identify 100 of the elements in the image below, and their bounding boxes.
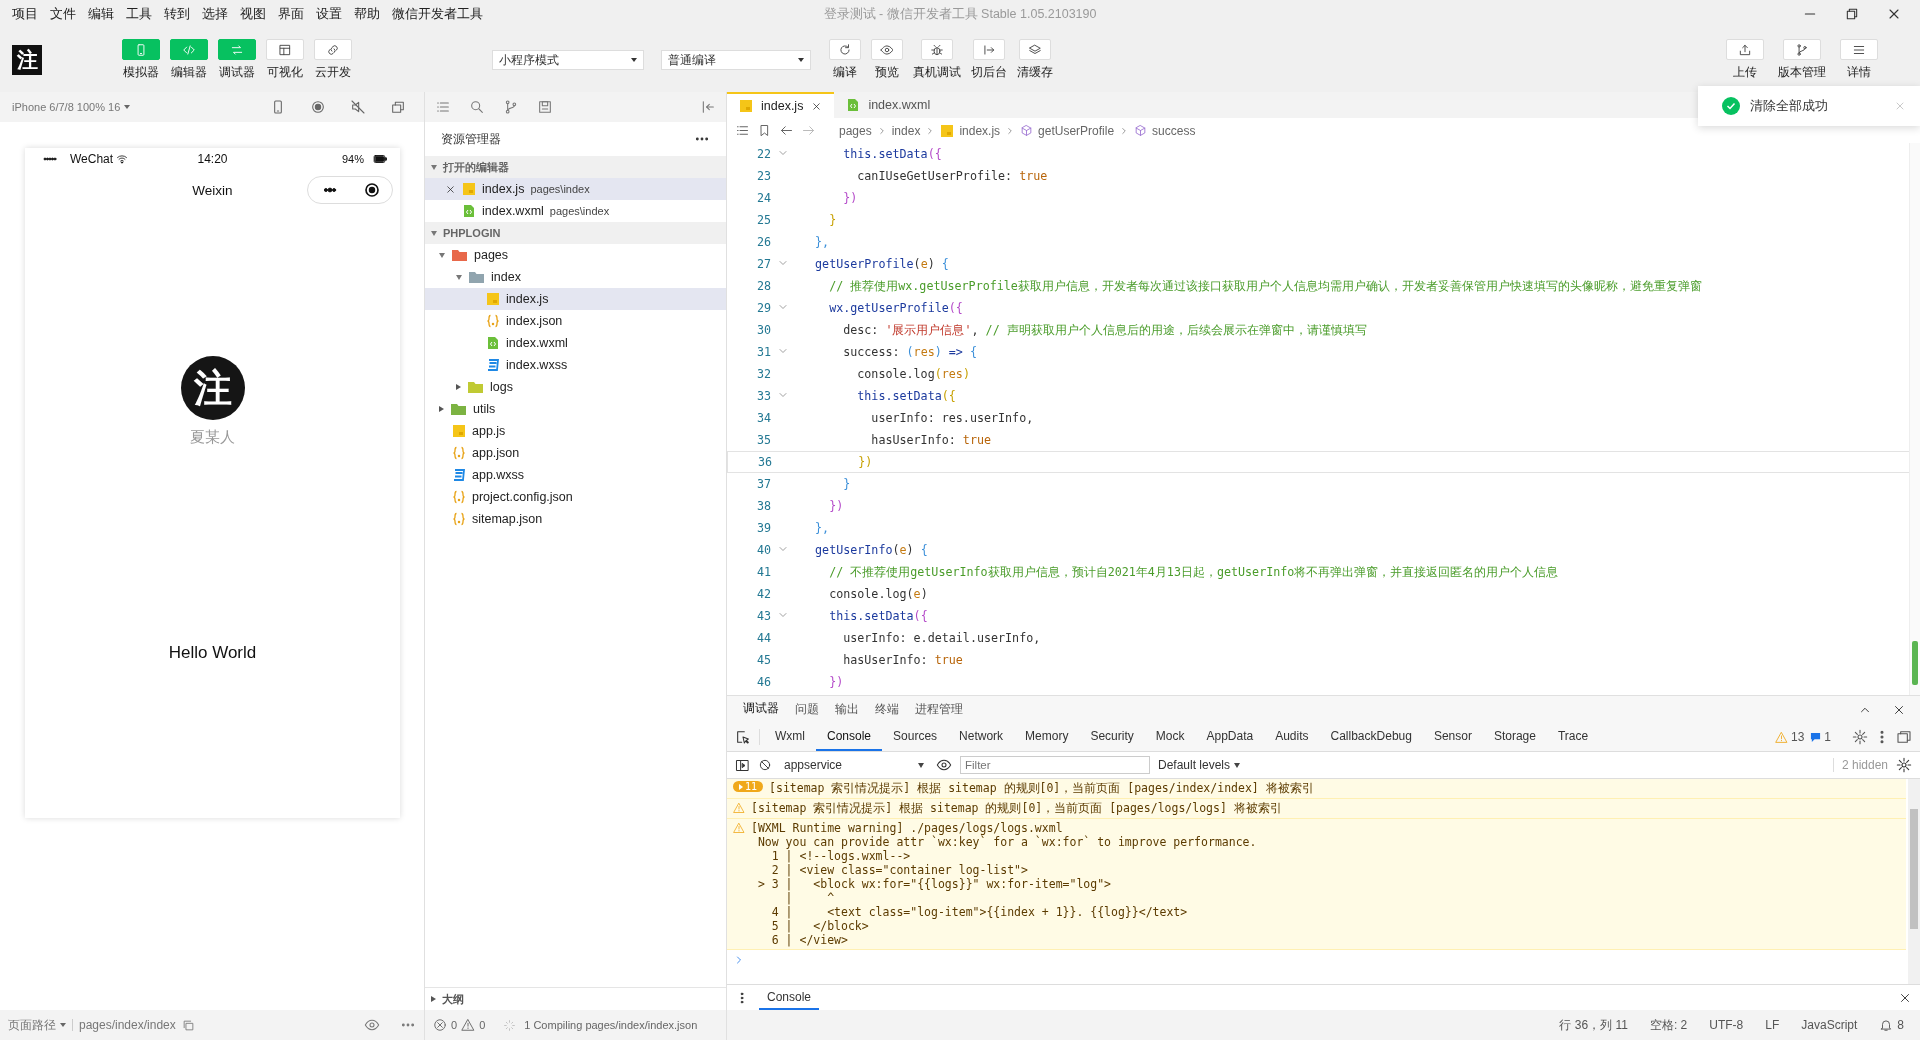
filter-field[interactable]: Filter — [960, 756, 1150, 774]
open-editor-item[interactable]: index.js pages\index — [425, 178, 726, 200]
menu-item[interactable]: 编辑 — [82, 5, 120, 23]
clock-text: 14:20 — [196, 152, 229, 166]
toolbar-label: 切后台 — [971, 64, 1007, 81]
indent-setting[interactable]: 空格: 2 — [1649, 1016, 1688, 1034]
cursor-position[interactable]: 行 36，列 11 — [1559, 1016, 1628, 1034]
folder-item[interactable]: pages — [425, 244, 726, 266]
line-number: 30 — [755, 323, 771, 337]
devtools-tab[interactable]: Sensor — [1422, 723, 1483, 751]
file-item[interactable]: app.wxss — [425, 464, 726, 486]
clear-icon[interactable] — [758, 758, 772, 772]
menu-item[interactable]: 选择 — [196, 5, 234, 23]
inspect-icon[interactable] — [735, 729, 751, 745]
breadcrumb-item[interactable]: index.js — [959, 123, 1001, 138]
panel-tab[interactable]: 调试器 — [735, 700, 787, 719]
devtools-tab[interactable]: CallbackDebug — [1319, 723, 1423, 751]
close-icon[interactable] — [445, 183, 456, 195]
record-icon[interactable] — [310, 99, 326, 115]
file-item[interactable]: sitemap.json — [425, 508, 726, 530]
restore-icon[interactable] — [1844, 6, 1860, 22]
panel-tab[interactable]: 终端 — [867, 701, 907, 718]
file-item[interactable]: app.json — [425, 442, 726, 464]
windows-icon[interactable] — [390, 99, 406, 115]
code-line: getUserProfile(e) { — [814, 257, 949, 271]
section-header[interactable]: PHPLOGIN — [443, 227, 501, 239]
toolbar-label: 详情 — [1847, 64, 1871, 81]
devtools-tab[interactable]: Sources — [882, 723, 949, 751]
collapse-icon[interactable] — [700, 99, 716, 115]
panel-tab[interactable]: 问题 — [787, 701, 827, 718]
file-item[interactable]: index.wxss — [425, 354, 726, 376]
error-icon[interactable] — [433, 1018, 447, 1032]
breadcrumb-item[interactable]: index — [891, 123, 921, 138]
devtools-tab[interactable]: Console — [816, 723, 883, 751]
carrier-text: WeChat — [70, 152, 114, 166]
menu-item[interactable]: 设置 — [310, 5, 348, 23]
menu-item[interactable]: 项目 — [6, 5, 44, 23]
file-item[interactable]: app.js — [425, 420, 726, 442]
devtools-tab[interactable]: Wxml — [764, 723, 816, 751]
sidebar-icon[interactable] — [735, 757, 750, 773]
compile-select[interactable]: 普通编译 — [661, 50, 811, 70]
devtools-tab[interactable]: Trace — [1546, 723, 1600, 751]
breadcrumb-item[interactable]: success — [1152, 123, 1196, 138]
context-select[interactable]: appservice — [780, 758, 928, 772]
devtools-tab[interactable]: Mock — [1144, 723, 1196, 751]
console-message: [WXML Runtime warning] ./pages/logs/logs.wxml — [751, 821, 1063, 835]
section-header[interactable]: 打开的编辑器 — [443, 159, 509, 175]
line-number: 24 — [755, 191, 771, 205]
menu-item[interactable]: 文件 — [44, 5, 82, 23]
open-editor-item[interactable]: index.wxml pages\index — [425, 200, 726, 222]
branch-icon[interactable] — [503, 99, 519, 115]
save-icon[interactable] — [537, 99, 553, 115]
line-number: 31 — [755, 345, 771, 359]
js-file-icon — [462, 182, 476, 196]
folder-item[interactable]: index — [425, 266, 726, 288]
mute-icon[interactable] — [350, 99, 366, 115]
breadcrumb-item[interactable]: pages — [839, 123, 872, 138]
devtools-tab[interactable]: Security — [1079, 723, 1145, 751]
warning-icon[interactable] — [461, 1018, 476, 1032]
file-item[interactable]: index.json — [425, 310, 726, 332]
levels-select[interactable]: Default levels — [1158, 758, 1241, 772]
list-icon[interactable] — [735, 123, 750, 138]
search-icon[interactable] — [469, 99, 485, 115]
menu-item[interactable]: 视图 — [234, 5, 272, 23]
editor-tab[interactable]: index.wxml — [834, 92, 943, 118]
file-item[interactable]: project.config.json — [425, 486, 726, 508]
mode-select[interactable]: 小程序模式 — [492, 50, 644, 70]
gear-icon[interactable] — [1896, 757, 1912, 773]
menu-item[interactable]: 微信开发者工具 — [386, 5, 489, 23]
line-number: 33 — [755, 389, 771, 403]
folder-item[interactable]: logs — [425, 376, 726, 398]
panel-tab[interactable]: 进程管理 — [907, 701, 971, 718]
back-icon[interactable] — [779, 123, 794, 138]
breadcrumb-item[interactable]: getUserProfile — [1038, 123, 1115, 138]
page-path-select[interactable]: 页面路径 — [8, 1016, 66, 1034]
line-ending[interactable]: LF — [1765, 1018, 1780, 1032]
gear-icon[interactable] — [1852, 729, 1868, 745]
editor-tab[interactable]: index.js — [727, 92, 835, 118]
menu-item[interactable]: 工具 — [120, 5, 158, 23]
eye-icon[interactable] — [936, 757, 952, 773]
devtools-tab[interactable]: AppData — [1195, 723, 1265, 751]
copy-icon[interactable] — [181, 1018, 195, 1032]
section-header[interactable]: 大纲 — [442, 991, 464, 1007]
menu-item[interactable]: 帮助 — [348, 5, 386, 23]
menu-item[interactable]: 转到 — [158, 5, 196, 23]
language-mode[interactable]: JavaScript — [1801, 1018, 1858, 1032]
devtools-tab[interactable]: Storage — [1482, 723, 1547, 751]
encoding[interactable]: UTF-8 — [1709, 1018, 1744, 1032]
dock-icon[interactable] — [1896, 729, 1912, 745]
file-item[interactable]: index.wxml — [425, 332, 726, 354]
devtools-tab[interactable]: Network — [948, 723, 1015, 751]
close-icon[interactable] — [811, 100, 823, 112]
bell-icon[interactable] — [1879, 1018, 1894, 1032]
panel-tab[interactable]: 输出 — [827, 701, 867, 718]
devtools-tab[interactable]: Audits — [1264, 723, 1320, 751]
menu-item[interactable]: 界面 — [272, 5, 310, 23]
file-item[interactable]: index.js — [425, 288, 726, 310]
device-select[interactable]: iPhone 6/7/8 100% 16 — [12, 101, 131, 113]
devtools-tab[interactable]: Memory — [1014, 723, 1080, 751]
folder-item[interactable]: utils — [425, 398, 726, 420]
